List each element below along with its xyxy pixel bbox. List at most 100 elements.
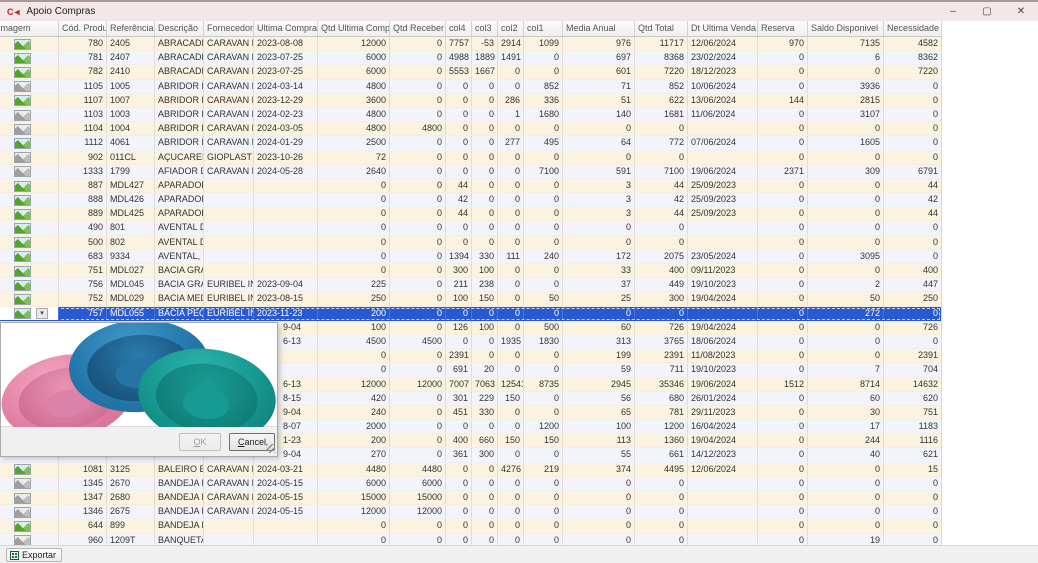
table-cell[interactable]: 229 (472, 392, 498, 405)
table-cell[interactable]: 0 (524, 122, 563, 135)
table-cell[interactable]: 0 (884, 136, 941, 149)
table-cell[interactable]: 4582 (884, 37, 941, 50)
table-cell[interactable]: 3 (563, 193, 635, 206)
table-cell[interactable]: 0 (498, 193, 524, 206)
table-cell[interactable] (254, 534, 318, 545)
table-row[interactable]: 11031003ABRIDOR DECARAVAN E2024-02-23480… (0, 108, 941, 122)
image-cell[interactable] (0, 165, 59, 178)
table-cell[interactable]: AVENTAL DE (155, 221, 204, 234)
table-cell[interactable]: 0 (498, 80, 524, 93)
table-cell[interactable]: 0 (758, 65, 808, 78)
table-cell[interactable]: 250 (318, 292, 390, 305)
table-row[interactable]: 500802AVENTAL DE00000000000 (0, 236, 941, 250)
table-cell[interactable]: 0 (635, 151, 688, 164)
table-cell[interactable]: 0 (390, 136, 446, 149)
table-cell[interactable]: 2024-03-05 (254, 122, 318, 135)
table-cell[interactable]: 244 (808, 434, 884, 447)
table-cell[interactable]: -53 (472, 37, 498, 50)
table-cell[interactable]: 0 (446, 534, 472, 545)
table-cell[interactable] (688, 221, 758, 234)
column-header-refer-ncia[interactable]: Referência (107, 21, 155, 36)
table-cell[interactable]: 852 (635, 80, 688, 93)
table-cell[interactable]: 250 (884, 292, 941, 305)
table-cell[interactable]: 0 (524, 278, 563, 291)
table-row[interactable]: 13452670BANDEJA DECARAVAN E2024-05-15600… (0, 477, 941, 491)
table-cell[interactable]: 0 (635, 236, 688, 249)
column-header-c-d-produto[interactable]: Cód. Produto (59, 21, 107, 36)
table-cell[interactable]: 2407 (107, 51, 155, 64)
table-cell[interactable]: 8735 (524, 378, 563, 391)
table-cell[interactable] (688, 151, 758, 164)
table-cell[interactable] (254, 236, 318, 249)
table-cell[interactable]: 25/09/2023 (688, 193, 758, 206)
table-cell[interactable]: 44 (635, 207, 688, 220)
table-cell[interactable]: 361 (446, 448, 472, 461)
table-row[interactable]: 751MDL027BACIA GRAN00300100003340009/11/… (0, 264, 941, 278)
table-cell[interactable]: 0 (758, 292, 808, 305)
table-cell[interactable]: 0 (758, 392, 808, 405)
table-cell[interactable]: 500 (59, 236, 107, 249)
table-cell[interactable]: 18/12/2023 (688, 65, 758, 78)
table-cell[interactable]: 4500 (390, 335, 446, 348)
table-cell[interactable]: 60 (563, 321, 635, 334)
table-cell[interactable]: 0 (524, 392, 563, 405)
table-cell[interactable]: CARAVAN E (204, 136, 254, 149)
table-cell[interactable]: 0 (758, 434, 808, 447)
table-cell[interactable]: 0 (446, 165, 472, 178)
table-row[interactable]: 7812407ABRACADEIICARAVAN E2023-07-256000… (0, 51, 941, 65)
table-row[interactable]: 11124061ABRIDOR DECARAVAN E2024-01-29250… (0, 136, 941, 150)
table-cell[interactable]: 6 (808, 51, 884, 64)
table-cell[interactable]: BACIA GRAN (155, 278, 204, 291)
table-cell[interactable]: MDL029 (107, 292, 155, 305)
table-cell[interactable]: 1680 (524, 108, 563, 121)
table-cell[interactable]: 0 (498, 477, 524, 490)
table-cell[interactable]: 09/11/2023 (688, 264, 758, 277)
table-cell[interactable]: 902 (59, 151, 107, 164)
table-cell[interactable]: 238 (472, 278, 498, 291)
table-cell[interactable]: 2024-05-28 (254, 165, 318, 178)
table-cell[interactable]: 6000 (318, 65, 390, 78)
table-cell[interactable]: 0 (390, 207, 446, 220)
table-cell[interactable]: 451 (446, 406, 472, 419)
table-cell[interactable]: 8368 (635, 51, 688, 64)
table-cell[interactable]: 2023-12-29 (254, 94, 318, 107)
table-cell[interactable]: 802 (107, 236, 155, 249)
table-cell[interactable]: 0 (472, 179, 498, 192)
table-cell[interactable]: 591 (563, 165, 635, 178)
table-cell[interactable]: 0 (758, 505, 808, 518)
table-row[interactable]: 902011CLAÇUCAREIRGIOPLAST IN2023-10-2672… (0, 151, 941, 165)
table-cell[interactable]: 011CL (107, 151, 155, 164)
table-cell[interactable]: 1681 (635, 108, 688, 121)
table-cell[interactable]: 100 (318, 321, 390, 334)
table-cell[interactable]: 0 (758, 207, 808, 220)
column-header-col3[interactable]: col3 (472, 21, 498, 36)
table-cell[interactable]: 0 (884, 236, 941, 249)
table-cell[interactable]: 0 (446, 221, 472, 234)
table-cell[interactable]: 300 (472, 448, 498, 461)
table-cell[interactable]: MDL427 (107, 179, 155, 192)
table-cell[interactable]: 0 (635, 491, 688, 504)
table-cell[interactable]: 1935 (498, 335, 524, 348)
table-cell[interactable]: 2024-03-14 (254, 80, 318, 93)
table-cell[interactable]: MDL027 (107, 264, 155, 277)
table-cell[interactable]: 4988 (446, 51, 472, 64)
table-cell[interactable]: 19/04/2024 (688, 292, 758, 305)
image-dropdown-button[interactable]: ▾ (36, 308, 48, 319)
table-cell[interactable] (254, 193, 318, 206)
table-cell[interactable]: 4480 (318, 463, 390, 476)
table-cell[interactable]: 0 (390, 307, 446, 320)
table-cell[interactable] (204, 264, 254, 277)
table-cell[interactable]: 0 (884, 335, 941, 348)
table-cell[interactable]: BANDEJA DE (155, 505, 204, 518)
table-cell[interactable]: 2391 (635, 349, 688, 362)
table-cell[interactable]: 751 (884, 406, 941, 419)
table-cell[interactable]: 100 (472, 264, 498, 277)
table-cell[interactable]: 0 (390, 534, 446, 545)
table-cell[interactable]: 1512 (758, 378, 808, 391)
table-cell[interactable]: 0 (390, 65, 446, 78)
table-cell[interactable]: 0 (390, 264, 446, 277)
table-cell[interactable]: AFIADOR DE (155, 165, 204, 178)
table-cell[interactable]: 0 (446, 94, 472, 107)
table-cell[interactable]: 781 (635, 406, 688, 419)
table-cell[interactable]: 0 (498, 321, 524, 334)
